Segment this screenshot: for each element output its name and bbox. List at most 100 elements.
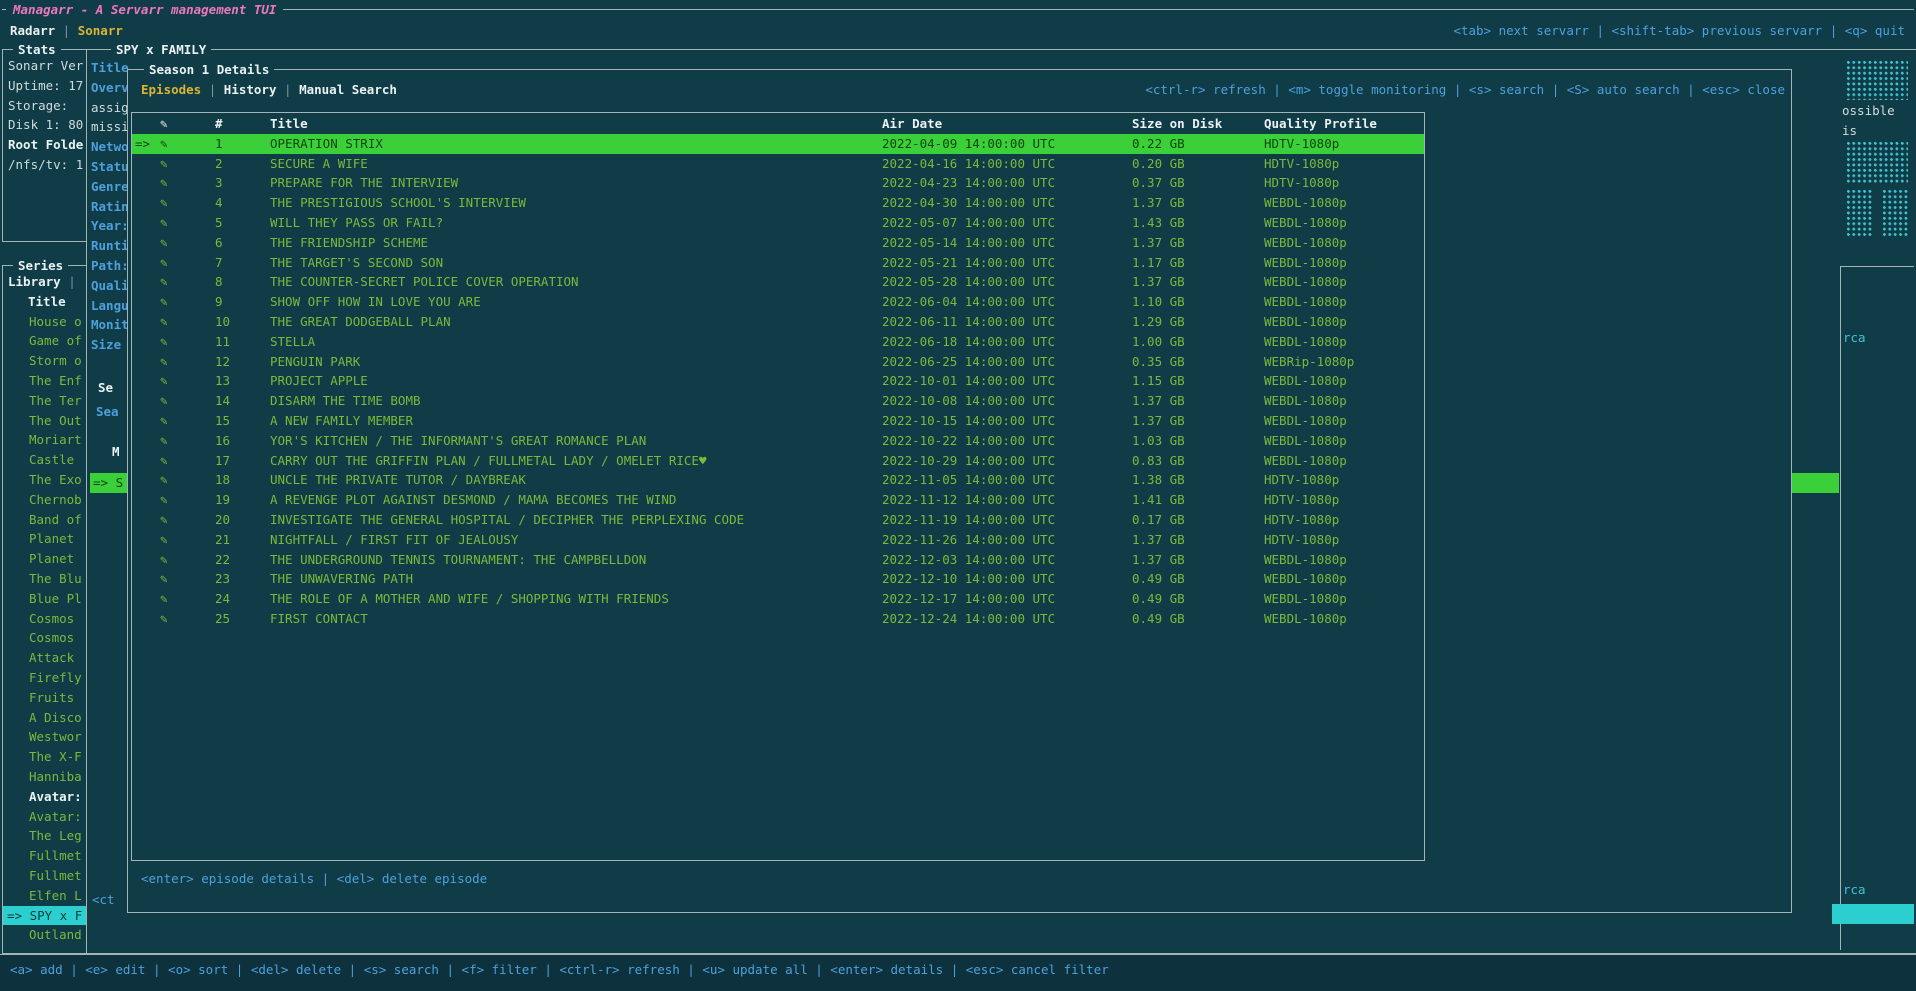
episode-row[interactable]: ✎ 8 THE COUNTER-SECRET POLICE COVER OPER…: [132, 272, 1424, 292]
series-title: Firefly: [29, 670, 82, 685]
episode-row[interactable]: ✎ 11 STELLA 2022-06-18 14:00:00 UTC 1.00…: [132, 332, 1424, 352]
episode-size: 0.17 GB: [1132, 510, 1185, 530]
episode-row[interactable]: ✎ 12 PENGUIN PARK 2022-06-25 14:00:00 UT…: [132, 352, 1424, 372]
episode-row[interactable]: ✎ 17 CARRY OUT THE GRIFFIN PLAN / FULLME…: [132, 451, 1424, 471]
col-title: Title: [270, 114, 308, 134]
series-title: Avatar:: [29, 809, 82, 824]
series-title: House o: [29, 314, 82, 329]
pencil-icon: ✎: [160, 431, 168, 451]
series-list-item[interactable]: Game of: [3, 331, 86, 351]
app-title: Managarr - A Servarr management TUI: [6, 0, 283, 19]
episode-row[interactable]: ✎ 19 A REVENGE PLOT AGAINST DESMOND / MA…: [132, 490, 1424, 510]
episode-air-date: 2022-10-15 14:00:00 UTC: [882, 411, 1055, 431]
episode-title: THE COUNTER-SECRET POLICE COVER OPERATIO…: [270, 272, 579, 292]
episode-size: 1.37 GB: [1132, 233, 1185, 253]
episode-air-date: 2022-12-03 14:00:00 UTC: [882, 550, 1055, 570]
series-list-item[interactable]: House o: [3, 312, 86, 332]
overview-tail-fragment: is: [1842, 121, 1857, 141]
episode-row[interactable]: ✎ 2 SECURE A WIFE 2022-04-16 14:00:00 UT…: [132, 154, 1424, 174]
series-list-item[interactable]: Castle: [3, 450, 86, 470]
episode-air-date: 2022-06-04 14:00:00 UTC: [882, 292, 1055, 312]
series-list-item[interactable]: A Disco: [3, 708, 86, 728]
episode-row[interactable]: ✎ 14 DISARM THE TIME BOMB 2022-10-08 14:…: [132, 391, 1424, 411]
episode-row[interactable]: ✎ 21 NIGHTFALL / FIRST FIT OF JEALOUSY 2…: [132, 530, 1424, 550]
servarr-keybindings: <tab> next servarr | <shift-tab> previou…: [1453, 21, 1905, 41]
series-list-item[interactable]: Westwor: [3, 727, 86, 747]
series-list-item[interactable]: Storm o: [3, 351, 86, 371]
episode-row[interactable]: ✎ 13 PROJECT APPLE 2022-10-01 14:00:00 U…: [132, 371, 1424, 391]
series-list-item[interactable]: Attack: [3, 648, 86, 668]
series-list-item[interactable]: => SPY x F: [3, 906, 86, 926]
episode-quality: WEBDL-1080p: [1264, 272, 1347, 292]
episode-row[interactable]: ✎ 3 PREPARE FOR THE INTERVIEW 2022-04-23…: [132, 173, 1424, 193]
series-list-item[interactable]: Chernob: [3, 490, 86, 510]
episode-size: 0.37 GB: [1132, 173, 1185, 193]
episode-quality: HDTV-1080p: [1264, 134, 1339, 154]
series-title: Fullmet: [29, 848, 82, 863]
episode-title: PROJECT APPLE: [270, 371, 368, 391]
episode-title: THE ROLE OF A MOTHER AND WIFE / SHOPPING…: [270, 589, 669, 609]
series-list-item[interactable]: Fullmet: [3, 866, 86, 886]
episode-row[interactable]: ✎ 18 UNCLE THE PRIVATE TUTOR / DAYBREAK …: [132, 470, 1424, 490]
episode-air-date: 2022-05-14 14:00:00 UTC: [882, 233, 1055, 253]
selected-marker: =>: [135, 134, 158, 154]
episode-size: 0.49 GB: [1132, 569, 1185, 589]
tab-manual-search[interactable]: Manual Search: [299, 82, 397, 97]
episode-row[interactable]: ✎ 16 YOR'S KITCHEN / THE INFORMANT'S GRE…: [132, 431, 1424, 451]
episode-row[interactable]: ✎ 23 THE UNWAVERING PATH 2022-12-10 14:0…: [132, 569, 1424, 589]
col-quality: Quality Profile: [1264, 114, 1377, 134]
episode-title: SECURE A WIFE: [270, 154, 368, 174]
stats-panel-title: Stats: [13, 40, 61, 59]
episode-quality: HDTV-1080p: [1264, 470, 1339, 490]
episode-row[interactable]: ✎ 9 SHOW OFF HOW IN LOVE YOU ARE 2022-06…: [132, 292, 1424, 312]
right-text-fragment: rca: [1843, 880, 1866, 900]
series-list-item[interactable]: Firefly: [3, 668, 86, 688]
episode-row[interactable]: ✎ 20 INVESTIGATE THE GENERAL HOSPITAL / …: [132, 510, 1424, 530]
series-list-item[interactable]: Band of: [3, 510, 86, 530]
tab-sonarr[interactable]: Sonarr: [78, 23, 123, 38]
series-title: Planet: [29, 531, 74, 546]
series-list-item[interactable]: Moriart: [3, 430, 86, 450]
series-list-item[interactable]: Avatar:: [3, 807, 86, 827]
detail-keybindings-fragment: <ct: [92, 890, 115, 910]
episode-row[interactable]: ✎ 4 THE PRESTIGIOUS SCHOOL'S INTERVIEW 2…: [132, 193, 1424, 213]
episode-row[interactable]: ✎ 6 THE FRIENDSHIP SCHEME 2022-05-14 14:…: [132, 233, 1424, 253]
series-list-item[interactable]: Cosmos: [3, 609, 86, 629]
tab-episodes[interactable]: Episodes: [141, 82, 201, 97]
series-list-item[interactable]: The Ter: [3, 391, 86, 411]
tab-radarr[interactable]: Radarr: [10, 23, 55, 38]
series-list-item[interactable]: The X-F: [3, 747, 86, 767]
pencil-icon: ✎: [160, 391, 168, 411]
episode-row[interactable]: ✎ 15 A NEW FAMILY MEMBER 2022-10-15 14:0…: [132, 411, 1424, 431]
episode-row[interactable]: ✎ 7 THE TARGET'S SECOND SON 2022-05-21 1…: [132, 253, 1424, 273]
episode-row[interactable]: ✎ 24 THE ROLE OF A MOTHER AND WIFE / SHO…: [132, 589, 1424, 609]
episode-row[interactable]: ✎ 22 THE UNDERGROUND TENNIS TOURNAMENT: …: [132, 550, 1424, 570]
episode-row[interactable]: ✎ 10 THE GREAT DODGEBALL PLAN 2022-06-11…: [132, 312, 1424, 332]
episode-row[interactable]: ✎ 25 FIRST CONTACT 2022-12-24 14:00:00 U…: [132, 609, 1424, 629]
series-list-item[interactable]: Outland: [3, 925, 86, 945]
series-list-item[interactable]: The Exo: [3, 470, 86, 490]
series-list-item[interactable]: Elfen L: [3, 886, 86, 906]
series-list-item[interactable]: The Leg: [3, 826, 86, 846]
series-list-item[interactable]: Planet: [3, 549, 86, 569]
series-list-item[interactable]: The Blu: [3, 569, 86, 589]
season-details-modal: Season 1 Details Episodes | History | Ma…: [127, 69, 1792, 913]
series-list-item[interactable]: The Enf: [3, 371, 86, 391]
episode-size: 1.43 GB: [1132, 213, 1185, 233]
series-list-item[interactable]: Avatar:: [3, 787, 86, 807]
episode-number: 14: [215, 391, 230, 411]
series-list-item[interactable]: Planet: [3, 529, 86, 549]
episode-row[interactable]: => ✎ 1 OPERATION STRIX 2022-04-09 14:00:…: [132, 134, 1424, 154]
series-list-item[interactable]: Fruits: [3, 688, 86, 708]
selected-row-fragment-cyan: [1832, 904, 1914, 924]
series-list-item[interactable]: The Out: [3, 411, 86, 431]
episode-row[interactable]: ✎ 5 WILL THEY PASS OR FAIL? 2022-05-07 1…: [132, 213, 1424, 233]
series-list-item[interactable]: Fullmet: [3, 846, 86, 866]
series-list-item[interactable]: Cosmos: [3, 628, 86, 648]
episode-title: STELLA: [270, 332, 315, 352]
episode-air-date: 2022-12-10 14:00:00 UTC: [882, 569, 1055, 589]
series-list-item[interactable]: Hanniba: [3, 767, 86, 787]
tab-history[interactable]: History: [224, 82, 277, 97]
episode-number: 9: [215, 292, 223, 312]
series-list-item[interactable]: Blue Pl: [3, 589, 86, 609]
